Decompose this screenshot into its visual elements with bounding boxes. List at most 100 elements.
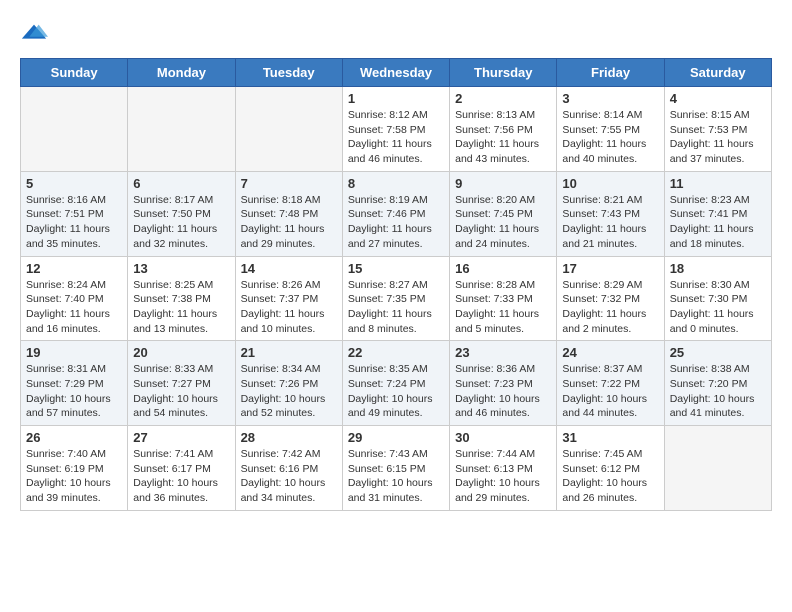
day-number: 28 [241, 430, 337, 445]
weekday-tuesday: Tuesday [235, 59, 342, 87]
day-number: 19 [26, 345, 122, 360]
calendar-cell [21, 87, 128, 172]
day-info: Sunrise: 8:29 AM Sunset: 7:32 PM Dayligh… [562, 278, 658, 337]
weekday-wednesday: Wednesday [342, 59, 449, 87]
logo [20, 20, 52, 48]
calendar-cell: 13 Sunrise: 8:25 AM Sunset: 7:38 PM Dayli… [128, 256, 235, 341]
day-info: Sunrise: 8:24 AM Sunset: 7:40 PM Dayligh… [26, 278, 122, 337]
day-info: Sunrise: 8:25 AM Sunset: 7:38 PM Dayligh… [133, 278, 229, 337]
day-info: Sunrise: 8:31 AM Sunset: 7:29 PM Dayligh… [26, 362, 122, 421]
calendar-cell: 28 Sunrise: 7:42 AM Sunset: 6:16 PM Dayli… [235, 426, 342, 511]
calendar-cell: 2 Sunrise: 8:13 AM Sunset: 7:56 PM Daylig… [450, 87, 557, 172]
day-info: Sunrise: 7:40 AM Sunset: 6:19 PM Dayligh… [26, 447, 122, 506]
day-number: 26 [26, 430, 122, 445]
day-info: Sunrise: 8:27 AM Sunset: 7:35 PM Dayligh… [348, 278, 444, 337]
day-number: 21 [241, 345, 337, 360]
calendar-cell: 27 Sunrise: 7:41 AM Sunset: 6:17 PM Dayli… [128, 426, 235, 511]
calendar-cell: 21 Sunrise: 8:34 AM Sunset: 7:26 PM Dayli… [235, 341, 342, 426]
day-number: 6 [133, 176, 229, 191]
day-info: Sunrise: 8:26 AM Sunset: 7:37 PM Dayligh… [241, 278, 337, 337]
day-info: Sunrise: 8:38 AM Sunset: 7:20 PM Dayligh… [670, 362, 766, 421]
weekday-header-row: SundayMondayTuesdayWednesdayThursdayFrid… [21, 59, 772, 87]
calendar-cell: 25Sunrise: 8:38 AM Sunset: 7:20 PM Dayli… [664, 341, 771, 426]
calendar-cell: 19 Sunrise: 8:31 AM Sunset: 7:29 PM Dayli… [21, 341, 128, 426]
day-number: 22 [348, 345, 444, 360]
calendar-cell: 30 Sunrise: 7:44 AM Sunset: 6:13 PM Dayli… [450, 426, 557, 511]
calendar-cell: 7 Sunrise: 8:18 AM Sunset: 7:48 PM Daylig… [235, 171, 342, 256]
calendar-cell: 15Sunrise: 8:27 AM Sunset: 7:35 PM Dayli… [342, 256, 449, 341]
day-number: 27 [133, 430, 229, 445]
weekday-saturday: Saturday [664, 59, 771, 87]
weekday-monday: Monday [128, 59, 235, 87]
calendar-cell: 14 Sunrise: 8:26 AM Sunset: 7:37 PM Dayli… [235, 256, 342, 341]
day-info: Sunrise: 8:16 AM Sunset: 7:51 PM Dayligh… [26, 193, 122, 252]
day-number: 7 [241, 176, 337, 191]
day-info: Sunrise: 7:45 AM Sunset: 6:12 PM Dayligh… [562, 447, 658, 506]
day-info: Sunrise: 8:23 AM Sunset: 7:41 PM Dayligh… [670, 193, 766, 252]
calendar-cell: 3 Sunrise: 8:14 AM Sunset: 7:55 PM Daylig… [557, 87, 664, 172]
day-number: 3 [562, 91, 658, 106]
day-info: Sunrise: 8:21 AM Sunset: 7:43 PM Dayligh… [562, 193, 658, 252]
day-number: 29 [348, 430, 444, 445]
day-info: Sunrise: 7:43 AM Sunset: 6:15 PM Dayligh… [348, 447, 444, 506]
week-row-4: 19 Sunrise: 8:31 AM Sunset: 7:29 PM Dayli… [21, 341, 772, 426]
day-number: 30 [455, 430, 551, 445]
calendar-cell: 12 Sunrise: 8:24 AM Sunset: 7:40 PM Dayli… [21, 256, 128, 341]
day-info: Sunrise: 7:41 AM Sunset: 6:17 PM Dayligh… [133, 447, 229, 506]
day-number: 13 [133, 261, 229, 276]
day-number: 17 [562, 261, 658, 276]
day-number: 2 [455, 91, 551, 106]
day-number: 8 [348, 176, 444, 191]
weekday-friday: Friday [557, 59, 664, 87]
day-info: Sunrise: 8:14 AM Sunset: 7:55 PM Dayligh… [562, 108, 658, 167]
calendar-cell [128, 87, 235, 172]
day-info: Sunrise: 8:33 AM Sunset: 7:27 PM Dayligh… [133, 362, 229, 421]
calendar-cell [664, 426, 771, 511]
day-number: 4 [670, 91, 766, 106]
day-number: 11 [670, 176, 766, 191]
day-info: Sunrise: 8:12 AM Sunset: 7:58 PM Dayligh… [348, 108, 444, 167]
calendar-cell: 31 Sunrise: 7:45 AM Sunset: 6:12 PM Dayli… [557, 426, 664, 511]
day-number: 20 [133, 345, 229, 360]
calendar-cell: 4 Sunrise: 8:15 AM Sunset: 7:53 PM Daylig… [664, 87, 771, 172]
day-info: Sunrise: 8:18 AM Sunset: 7:48 PM Dayligh… [241, 193, 337, 252]
day-info: Sunrise: 8:34 AM Sunset: 7:26 PM Dayligh… [241, 362, 337, 421]
day-info: Sunrise: 7:42 AM Sunset: 6:16 PM Dayligh… [241, 447, 337, 506]
day-number: 16 [455, 261, 551, 276]
day-number: 14 [241, 261, 337, 276]
calendar-cell: 24 Sunrise: 8:37 AM Sunset: 7:22 PM Dayli… [557, 341, 664, 426]
day-number: 24 [562, 345, 658, 360]
day-number: 5 [26, 176, 122, 191]
week-row-1: 1 Sunrise: 8:12 AM Sunset: 7:58 PM Daylig… [21, 87, 772, 172]
day-info: Sunrise: 8:35 AM Sunset: 7:24 PM Dayligh… [348, 362, 444, 421]
day-info: Sunrise: 8:15 AM Sunset: 7:53 PM Dayligh… [670, 108, 766, 167]
calendar-cell: 29 Sunrise: 7:43 AM Sunset: 6:15 PM Dayli… [342, 426, 449, 511]
day-info: Sunrise: 7:44 AM Sunset: 6:13 PM Dayligh… [455, 447, 551, 506]
week-row-2: 5 Sunrise: 8:16 AM Sunset: 7:51 PM Daylig… [21, 171, 772, 256]
calendar-cell: 11 Sunrise: 8:23 AM Sunset: 7:41 PM Dayli… [664, 171, 771, 256]
day-number: 12 [26, 261, 122, 276]
day-number: 31 [562, 430, 658, 445]
calendar-cell: 6Sunrise: 8:17 AM Sunset: 7:50 PM Daylig… [128, 171, 235, 256]
day-info: Sunrise: 8:28 AM Sunset: 7:33 PM Dayligh… [455, 278, 551, 337]
calendar-cell [235, 87, 342, 172]
calendar-cell: 18 Sunrise: 8:30 AM Sunset: 7:30 PM Dayli… [664, 256, 771, 341]
day-number: 1 [348, 91, 444, 106]
week-row-5: 26 Sunrise: 7:40 AM Sunset: 6:19 PM Dayli… [21, 426, 772, 511]
calendar-cell: 9Sunrise: 8:20 AM Sunset: 7:45 PM Daylig… [450, 171, 557, 256]
day-info: Sunrise: 8:19 AM Sunset: 7:46 PM Dayligh… [348, 193, 444, 252]
day-info: Sunrise: 8:13 AM Sunset: 7:56 PM Dayligh… [455, 108, 551, 167]
calendar-cell: 20 Sunrise: 8:33 AM Sunset: 7:27 PM Dayli… [128, 341, 235, 426]
day-number: 18 [670, 261, 766, 276]
calendar-cell: 16 Sunrise: 8:28 AM Sunset: 7:33 PM Dayli… [450, 256, 557, 341]
day-number: 23 [455, 345, 551, 360]
calendar-cell: 17 Sunrise: 8:29 AM Sunset: 7:32 PM Dayli… [557, 256, 664, 341]
day-info: Sunrise: 8:30 AM Sunset: 7:30 PM Dayligh… [670, 278, 766, 337]
calendar-cell: 10 Sunrise: 8:21 AM Sunset: 7:43 PM Dayli… [557, 171, 664, 256]
day-number: 10 [562, 176, 658, 191]
day-info: Sunrise: 8:37 AM Sunset: 7:22 PM Dayligh… [562, 362, 658, 421]
calendar-table: SundayMondayTuesdayWednesdayThursdayFrid… [20, 58, 772, 511]
weekday-thursday: Thursday [450, 59, 557, 87]
calendar-cell: 23Sunrise: 8:36 AM Sunset: 7:23 PM Dayli… [450, 341, 557, 426]
calendar-cell: 5 Sunrise: 8:16 AM Sunset: 7:51 PM Daylig… [21, 171, 128, 256]
